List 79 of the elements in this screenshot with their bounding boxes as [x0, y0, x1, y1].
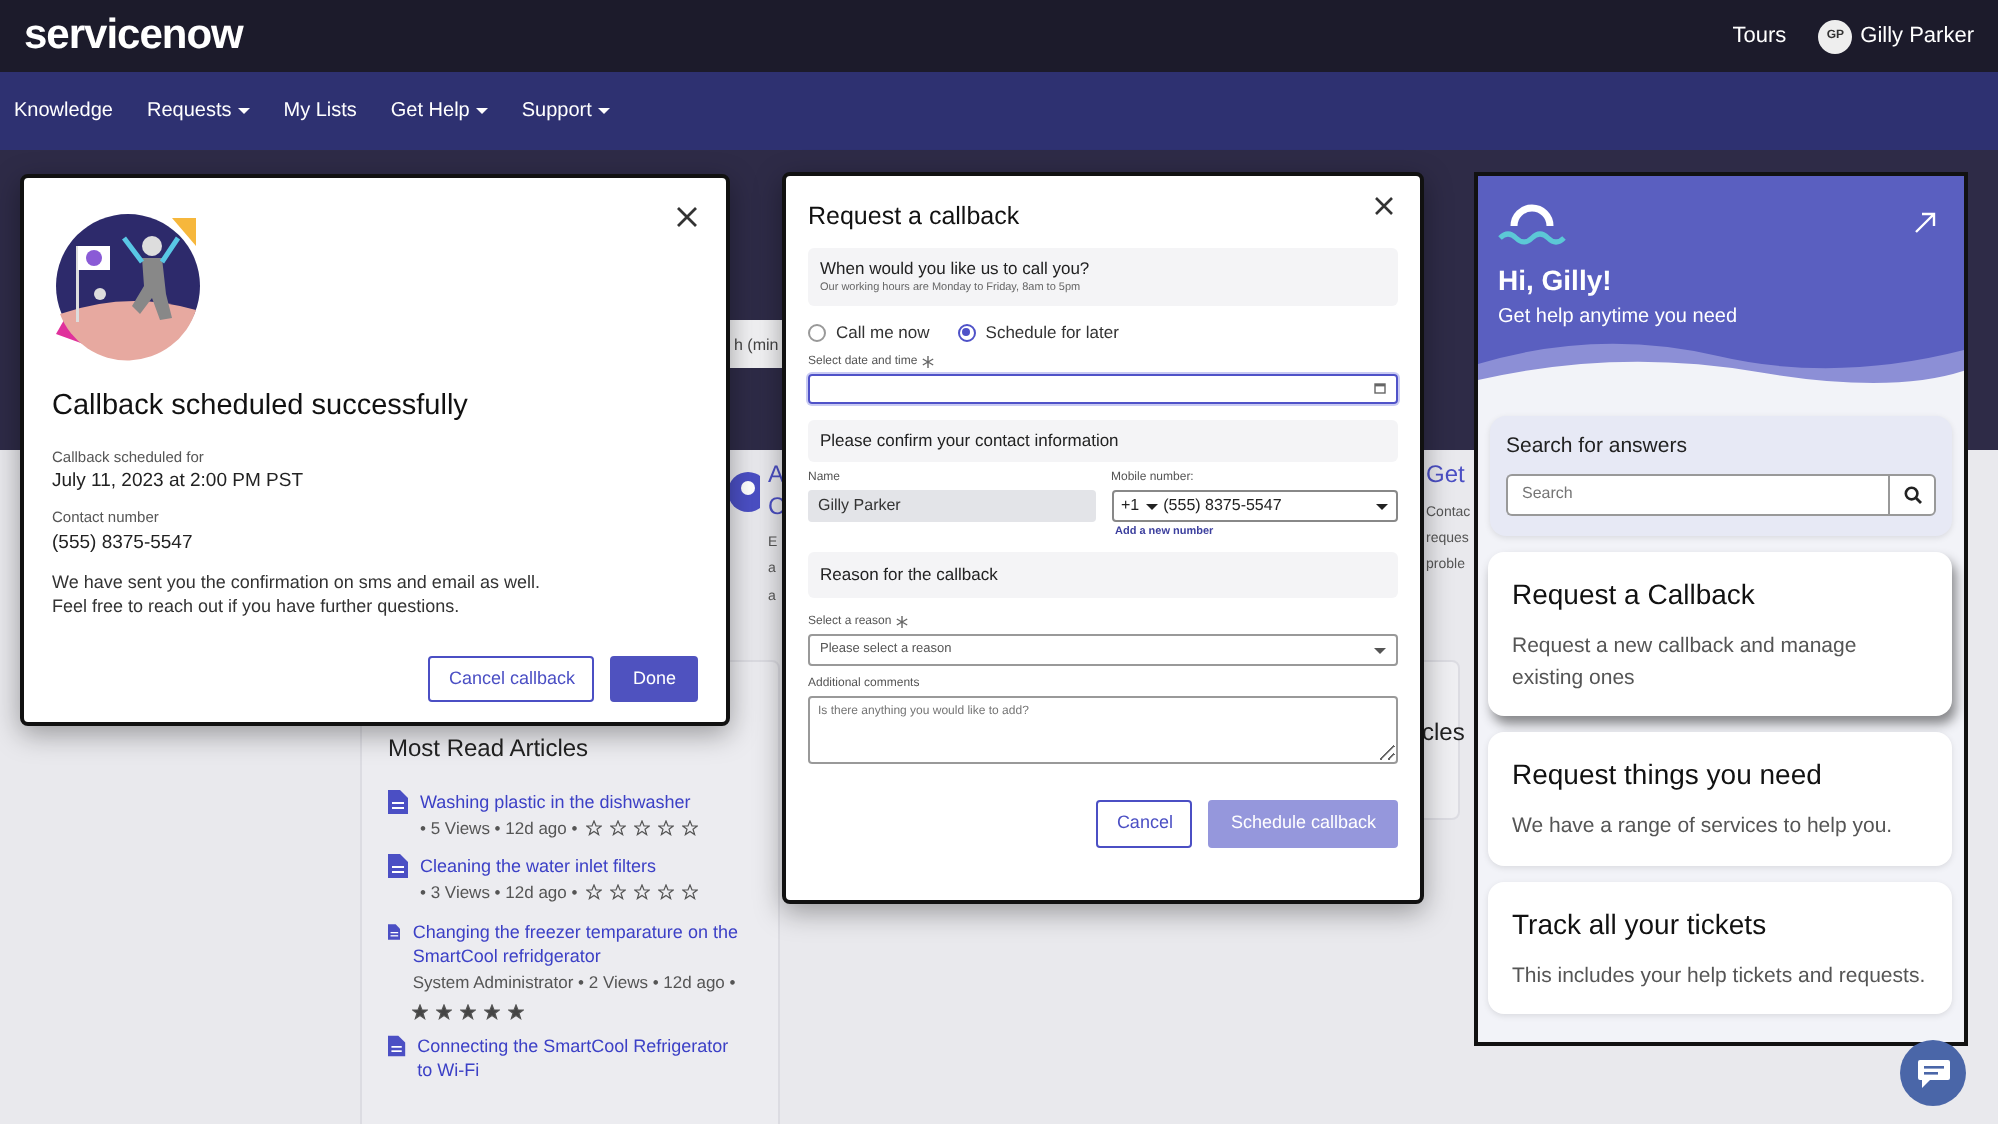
card-title: Track all your tickets [1512, 905, 1769, 944]
article-meta: • 5 Views • 12d ago • [420, 815, 578, 841]
cancel-callback-button[interactable]: Cancel callback [428, 655, 595, 703]
article-link[interactable]: Washing plastic in the dishwasher [420, 790, 698, 816]
radio-option[interactable]: Call me now [808, 320, 930, 346]
star-icon [633, 819, 650, 836]
card-text: Request a new callback and manage existing ones [1512, 631, 1859, 695]
star-icon [609, 819, 626, 836]
caret-icon [1374, 645, 1386, 656]
article-link[interactable]: Connecting the SmartCool Refrigerator to Wi-Fi [417, 1033, 742, 1084]
name-field[interactable]: Gilly Parker [808, 490, 1095, 523]
star-icon [585, 819, 602, 836]
search-heading: Search for answers [1506, 432, 1689, 462]
calendar-icon [1374, 382, 1386, 395]
card-text: We have a range of services to help you. [1512, 812, 1895, 843]
section-heading: Please confirm your contact information [820, 429, 1121, 453]
document-icon [388, 1033, 406, 1058]
logo-icon [1498, 201, 1566, 246]
star-icon [681, 884, 698, 901]
article-meta: System Administrator • 2 Views • 12d ago • [412, 969, 736, 996]
document-icon [388, 790, 408, 814]
star-icon [633, 884, 650, 901]
expand-icon[interactable] [1914, 212, 1936, 234]
action-card[interactable]: Track all your tickets This includes your help tickets and requests. [1488, 881, 1952, 1014]
nav-menu-item[interactable]: Knowledge [14, 96, 113, 126]
document-icon [388, 854, 408, 879]
star-icon [508, 1003, 525, 1020]
star-icon [412, 1003, 429, 1020]
caret-icon [1376, 501, 1388, 512]
feature-title: Get [1426, 460, 1467, 492]
star-icon [657, 884, 674, 901]
header-link[interactable]: Tours [1732, 19, 1787, 53]
article-link[interactable]: Cleaning the water inlet filters [420, 854, 698, 880]
nav-menu-item[interactable]: Support [521, 96, 610, 126]
date-field[interactable] [808, 373, 1398, 404]
greeting-title: Hi, Gilly! [1498, 262, 1614, 300]
star-icon [484, 1003, 501, 1020]
phone-field[interactable]: +1 (555) 8375-5547 [1111, 490, 1398, 523]
confirmation-message: We have sent you the confirmation on sms and email as well. Feel free to reach out if you have further questions. [52, 569, 542, 620]
detail-value: July 11, 2023 at 2:00 PM PST [52, 468, 306, 496]
chat-button[interactable] [1900, 1040, 1966, 1106]
section-heading: Most Read Articles [388, 732, 591, 766]
star-icon [436, 1003, 453, 1020]
logo[interactable]: servicenow [24, 4, 243, 68]
article-link[interactable]: Changing the freezer temparature on the SmartCool refridgerator [412, 919, 742, 970]
search-icon [1903, 485, 1921, 504]
greeting-subtitle: Get help anytime you need [1498, 304, 1740, 332]
star-icon [460, 1003, 477, 1020]
action-card[interactable]: Request things you need We have a range of services to help you. [1488, 732, 1952, 866]
card-title: Request a Callback [1512, 575, 1757, 614]
caret-icon [1145, 501, 1158, 512]
star-icon [609, 884, 626, 901]
radio-option[interactable]: Schedule for later [957, 320, 1119, 346]
card-text: This includes your help tickets and requests. [1512, 961, 1928, 992]
detail-value: (555) 8375-5547 [52, 529, 195, 557]
action-card[interactable]: Request a Callback Request a new callback and manage existing ones [1488, 551, 1952, 717]
phone-number: (555) 8375-5547 [1163, 494, 1284, 519]
star-icon [657, 819, 674, 836]
dialog-title: Callback scheduled successfully [52, 388, 470, 426]
close-icon[interactable] [676, 206, 698, 228]
nav-menu-item[interactable]: My Lists [283, 96, 357, 126]
nav-menu-item[interactable]: Get Help [390, 96, 488, 126]
user-name[interactable]: Gilly Parker [1860, 19, 1974, 53]
section-heading: When would you like us to call you? [820, 257, 1092, 280]
star-icon [585, 884, 602, 901]
star-icon [681, 819, 698, 836]
card-title: Request things you need [1512, 756, 1824, 795]
search-button[interactable] [1888, 473, 1936, 516]
nav-menu-item[interactable]: Requests [146, 96, 250, 126]
country-code[interactable]: +1 [1121, 494, 1140, 519]
done-button[interactable]: Done [610, 655, 698, 703]
cancel-button[interactable]: Cancel [1096, 800, 1193, 848]
document-icon [388, 919, 401, 944]
dialog-title: Request a callback [808, 200, 1020, 234]
section-heading: Reason for the callback [820, 563, 1000, 586]
close-icon[interactable] [1374, 196, 1394, 216]
search-field[interactable]: Search [1506, 473, 1888, 516]
chat-icon [1915, 1057, 1951, 1089]
article-meta: • 3 Views • 12d ago • [420, 879, 578, 906]
